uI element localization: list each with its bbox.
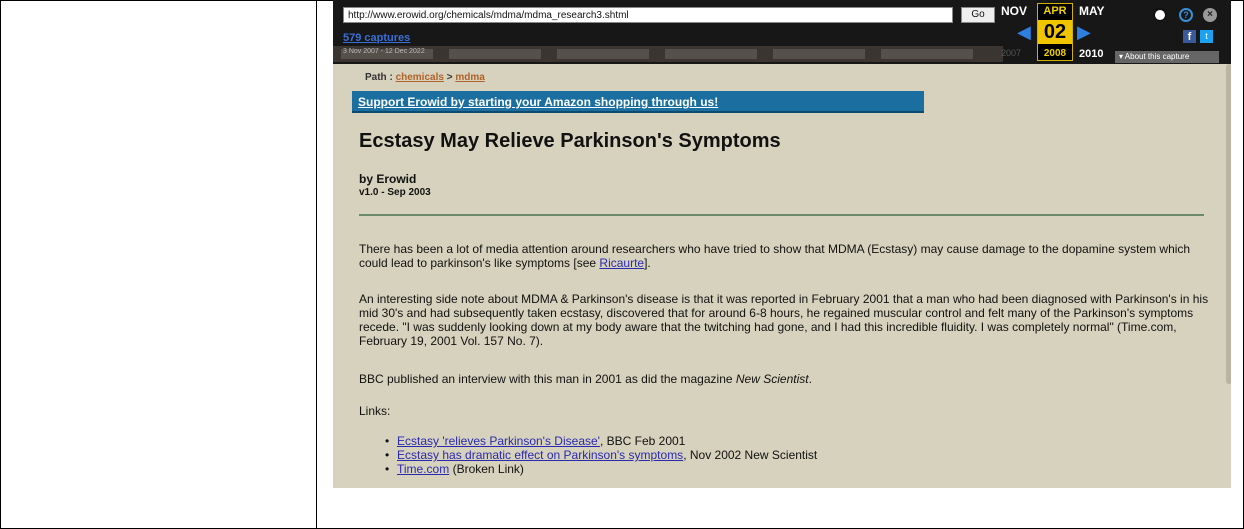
current-day: 02 [1038,20,1072,44]
prev-year-label[interactable]: 2007 [1001,48,1021,58]
captures-link[interactable]: 579 captures [343,32,410,44]
link-suffix: , Nov 2002 New Scientist [683,448,818,462]
about-capture-button[interactable]: ▾ About this capture [1115,51,1219,63]
prev-month-link[interactable]: NOV [1001,4,1027,18]
breadcrumb: Path : chemicals > mdma [365,72,485,83]
next-capture-arrow-icon[interactable]: ▶ [1077,22,1091,43]
frame-divider [316,0,317,529]
link-suffix: , BBC Feb 2001 [599,434,686,448]
url-input[interactable]: http://www.erowid.org/chemicals/mdma/mdm… [343,7,953,23]
capture-date-range: 3 Nov 2007 - 12 Dec 2022 [343,48,425,55]
breadcrumb-separator: > [446,72,453,83]
paragraph-2: An interesting side note about MDMA & Pa… [359,292,1209,348]
article-title: Ecstasy May Relieve Parkinson's Symptoms [359,130,781,152]
amazon-banner-text[interactable]: Support Erowid by starting your Amazon s… [358,95,718,109]
next-year-label[interactable]: 2010 [1079,48,1103,60]
close-icon[interactable]: × [1203,8,1217,22]
prev-capture-arrow-icon[interactable]: ◀ [1017,22,1031,43]
breadcrumb-label: Path : [365,72,393,83]
page-frame: http://www.erowid.org/chemicals/mdma/mdm… [0,0,1244,529]
paragraph-3-text: BBC published an interview with this man… [359,372,736,386]
article-byline: by Erowid [359,172,417,186]
paragraph-1-text: There has been a lot of media attention … [359,242,1191,270]
current-capture-date: APR 02 2008 [1037,3,1073,61]
breadcrumb-mdma[interactable]: mdma [455,72,484,83]
go-button[interactable]: Go [961,7,995,23]
scrollbar[interactable] [1226,64,1231,384]
breadcrumb-chemicals[interactable]: chemicals [396,72,444,83]
twitter-icon[interactable]: t [1200,30,1213,43]
user-icon[interactable] [1153,8,1167,22]
list-item: Time.com (Broken Link) [383,462,817,476]
frame-border-left [0,0,1,529]
divider [359,214,1204,216]
next-month-link[interactable]: MAY [1079,4,1105,18]
ricaurte-link[interactable]: Ricaurte [599,256,644,270]
amazon-support-banner[interactable]: Support Erowid by starting your Amazon s… [352,91,924,113]
site-nav-strip [333,46,1003,62]
paragraph-3: BBC published an interview with this man… [359,372,1209,386]
paragraph-3-end: . [808,372,812,386]
new-scientist-link[interactable]: Ecstasy has dramatic effect on Parkinson… [397,448,683,462]
browser-screenshot: http://www.erowid.org/chemicals/mdma/mdm… [333,0,1231,488]
current-month: APR [1043,5,1067,17]
facebook-icon[interactable]: f [1183,30,1196,43]
paragraph-1-end: ]. [644,256,651,270]
bbc-link[interactable]: Ecstasy 'relieves Parkinson's Disease' [397,434,600,448]
paragraph-3-italic: New Scientist [735,372,809,386]
link-suffix: (Broken Link) [449,462,524,476]
time-link[interactable]: Time.com [397,462,449,476]
links-list: Ecstasy 'relieves Parkinson's Disease', … [383,434,817,476]
wayback-toolbar: http://www.erowid.org/chemicals/mdma/mdm… [333,0,1231,64]
help-icon[interactable]: ? [1179,8,1193,22]
current-year: 2008 [1043,48,1067,59]
links-heading: Links: [359,404,391,418]
paragraph-1: There has been a lot of media attention … [359,242,1209,270]
article-version: v1.0 - Sep 2003 [359,187,431,198]
list-item: Ecstasy 'relieves Parkinson's Disease', … [383,434,817,448]
list-item: Ecstasy has dramatic effect on Parkinson… [383,448,817,462]
